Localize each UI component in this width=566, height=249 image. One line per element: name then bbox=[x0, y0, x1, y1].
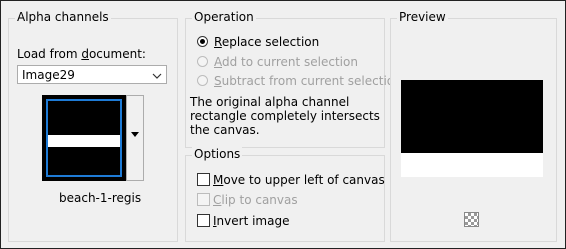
radio-icon bbox=[197, 56, 208, 67]
clip-to-canvas-label: Clip to canvas bbox=[213, 193, 298, 207]
radio-icon bbox=[197, 36, 208, 47]
channel-name-label: beach-1-regis bbox=[59, 191, 142, 205]
dropdown-arrow-icon bbox=[131, 132, 139, 137]
options-label: Options bbox=[192, 147, 243, 161]
checkbox-icon bbox=[197, 214, 210, 227]
document-select-value: Image29 bbox=[22, 68, 75, 82]
checkbox-icon bbox=[197, 173, 210, 186]
checkbox-icon bbox=[197, 193, 210, 206]
replace-selection-label: Replace selection bbox=[214, 35, 320, 49]
alpha-channels-label: Alpha channels bbox=[15, 10, 111, 24]
preview-canvas bbox=[401, 80, 543, 177]
preview-label: Preview bbox=[397, 10, 448, 24]
subtract-from-selection-label: Subtract from current selection bbox=[214, 74, 402, 88]
load-from-document-label: Load from document: bbox=[17, 47, 146, 61]
channel-thumbnail-tile[interactable] bbox=[42, 95, 126, 181]
invert-image-label: Invert image bbox=[213, 214, 290, 228]
transparency-checker-icon[interactable] bbox=[464, 212, 479, 227]
move-to-upper-left-label: Move to upper left of canvas bbox=[213, 173, 385, 187]
radio-icon bbox=[197, 75, 208, 86]
channel-thumbnail bbox=[46, 99, 122, 177]
chevron-down-icon bbox=[152, 69, 162, 83]
operation-label: Operation bbox=[192, 10, 256, 24]
document-select[interactable]: Image29 bbox=[17, 65, 167, 84]
channel-dropdown-button[interactable] bbox=[126, 95, 144, 181]
add-to-selection-label: Add to current selection bbox=[214, 55, 358, 69]
operation-description: The original alpha channel rectangle com… bbox=[190, 95, 380, 137]
